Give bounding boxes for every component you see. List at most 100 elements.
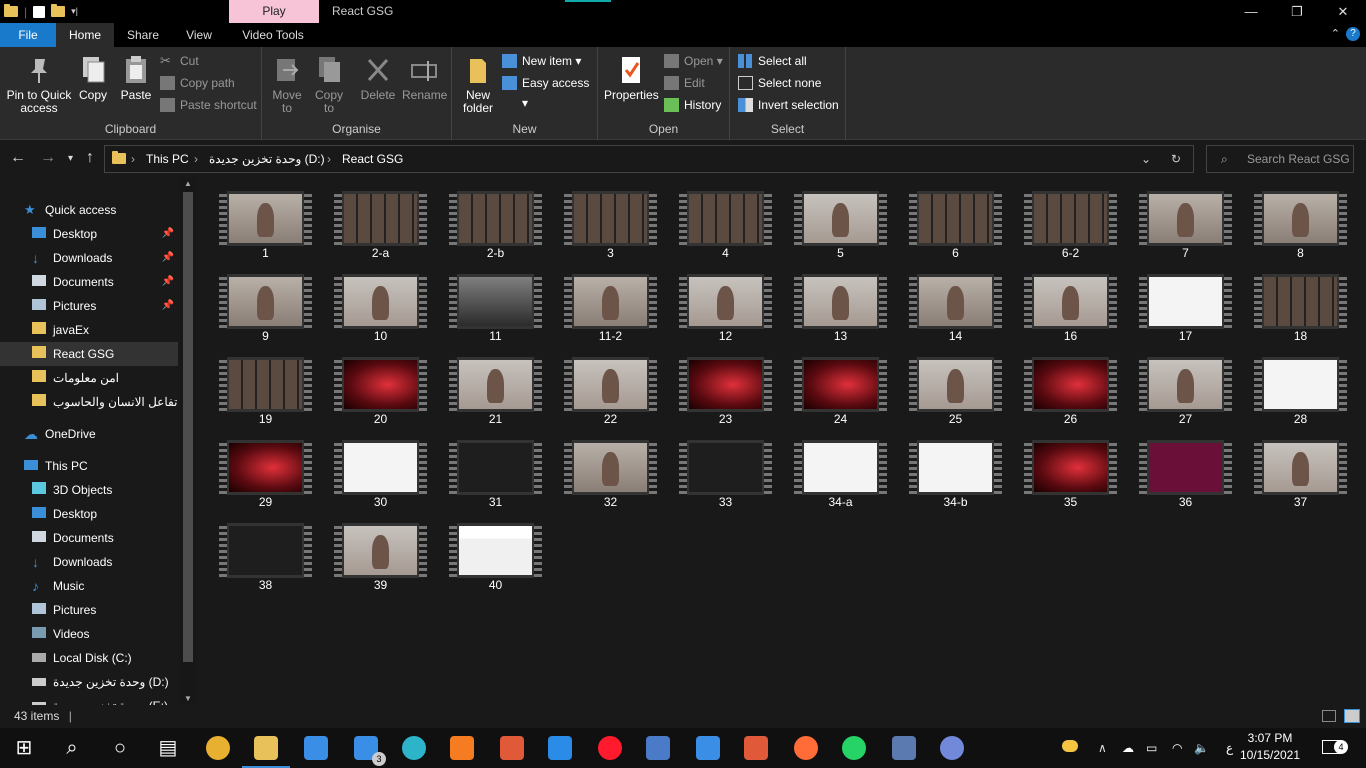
address-bar[interactable]: › This PC › وحدة تخزين جديدة (D:) › Reac… (104, 145, 1194, 173)
nav-item[interactable]: وحدة تخزين جديدة (D:) (0, 670, 178, 694)
open-button[interactable]: Open ▾ (664, 51, 723, 71)
nav-item[interactable]: ↓ Downloads (0, 550, 178, 574)
address-dropdown-icon[interactable]: ⌄ (1141, 146, 1151, 172)
minimize-button[interactable]: — (1228, 0, 1274, 23)
paste-button[interactable]: Paste (118, 55, 154, 102)
video-file-item[interactable]: 34-a (794, 428, 887, 509)
breadcrumb-react-gsg[interactable]: React GSG (342, 146, 403, 172)
nav-item[interactable]: تفاعل الانسان والحاسوب (0, 390, 178, 414)
video-file-item[interactable]: 7 (1139, 179, 1232, 260)
video-file-item[interactable]: 39 (334, 511, 427, 592)
invert-selection-button[interactable]: Invert selection (738, 95, 839, 115)
nav-scrollbar[interactable]: ▲ ▼ (180, 178, 196, 705)
pin-icon[interactable]: 📌 (162, 246, 174, 270)
nav-item[interactable]: Pictures (0, 598, 178, 622)
scroll-thumb[interactable] (183, 192, 193, 662)
mysql-icon[interactable] (892, 736, 916, 760)
rename-button[interactable]: Rename (402, 55, 447, 102)
play-context-tab[interactable]: Play (229, 0, 319, 23)
video-file-item[interactable]: 20 (334, 345, 427, 426)
video-file-item[interactable]: 12 (679, 262, 772, 343)
opera-icon[interactable] (598, 736, 622, 760)
new-folder-icon[interactable] (51, 4, 66, 17)
select-none-button[interactable]: Select none (738, 73, 821, 93)
chrome-icon[interactable] (206, 736, 230, 760)
properties-button[interactable]: Properties (604, 55, 659, 102)
forward-icon[interactable]: → (40, 149, 56, 167)
video-file-item[interactable]: 30 (334, 428, 427, 509)
discord-icon[interactable] (940, 736, 964, 760)
nav-item[interactable]: امن معلومات (0, 366, 178, 390)
copy-button[interactable]: Copy (78, 55, 108, 102)
nav-item[interactable]: Documents (0, 526, 178, 550)
video-file-item[interactable]: 38 (219, 511, 312, 592)
video-file-item[interactable]: 19 (219, 345, 312, 426)
video-file-item[interactable]: 3 (564, 179, 657, 260)
onedrive-icon[interactable]: ☁ (1122, 728, 1134, 768)
nav-item[interactable]: Videos (0, 622, 178, 646)
tab-view[interactable]: View (176, 23, 222, 47)
notifications-icon[interactable]: 4 (1322, 728, 1348, 768)
vscode-icon[interactable] (548, 736, 572, 760)
nav-item[interactable]: javaEx (0, 318, 178, 342)
help-icon[interactable]: ? (1346, 27, 1360, 41)
video-file-item[interactable]: 24 (794, 345, 887, 426)
tab-home[interactable]: Home (56, 23, 114, 47)
video-file-item[interactable]: 14 (909, 262, 1002, 343)
video-file-item[interactable]: 13 (794, 262, 887, 343)
video-file-item[interactable]: 18 (1254, 262, 1347, 343)
nav-item[interactable]: Documents 📌 (0, 270, 178, 294)
video-file-item[interactable]: 37 (1254, 428, 1347, 509)
search-box[interactable]: ⌕ Search React GSG (1206, 145, 1354, 173)
video-file-item[interactable]: 34-b (909, 428, 1002, 509)
nav-item[interactable]: ☁ OneDrive (0, 422, 178, 446)
video-file-item[interactable]: 2-b (449, 179, 542, 260)
video-file-item[interactable]: 29 (219, 428, 312, 509)
video-file-item[interactable]: 6-2 (1024, 179, 1117, 260)
cut-button[interactable]: ✂ Cut (160, 51, 199, 71)
video-file-item[interactable]: 6 (909, 179, 1002, 260)
breadcrumb-this-pc[interactable]: This PC (146, 146, 189, 172)
video-file-item[interactable]: 17 (1139, 262, 1232, 343)
mail-icon[interactable]: 3 (354, 736, 386, 766)
video-file-item[interactable]: 4 (679, 179, 772, 260)
nav-item[interactable]: Desktop 📌 (0, 222, 178, 246)
refresh-icon[interactable]: ↻ (1171, 146, 1181, 172)
video-file-item[interactable]: 33 (679, 428, 772, 509)
nav-item[interactable]: ♪ Music (0, 574, 178, 598)
nav-item[interactable]: Pictures 📌 (0, 294, 178, 318)
weather-icon[interactable] (1062, 728, 1078, 768)
store-icon[interactable] (304, 736, 328, 760)
postman-icon[interactable] (794, 736, 818, 760)
properties-icon[interactable] (33, 5, 46, 18)
video-file-item[interactable]: 10 (334, 262, 427, 343)
nav-item[interactable]: ★ Quick access (0, 198, 178, 222)
nav-item[interactable]: ↓ Downloads 📌 (0, 246, 178, 270)
cortana-icon[interactable]: ○ (108, 736, 132, 760)
video-file-item[interactable]: 26 (1024, 345, 1117, 426)
tab-share[interactable]: Share (118, 23, 168, 47)
video-file-item[interactable]: 23 (679, 345, 772, 426)
back-icon[interactable]: ← (10, 149, 26, 167)
video-file-item[interactable]: 25 (909, 345, 1002, 426)
video-file-item[interactable]: 2-a (334, 179, 427, 260)
git-gui-icon[interactable] (744, 736, 768, 760)
xampp-icon[interactable] (450, 736, 474, 760)
restore-button[interactable]: ❐ (1274, 0, 1320, 23)
git-icon[interactable] (500, 736, 524, 760)
video-file-item[interactable]: 8 (1254, 179, 1347, 260)
tab-file[interactable]: File (0, 23, 56, 47)
show-hidden-icons-icon[interactable]: ∧ (1098, 728, 1107, 768)
move-to-button[interactable]: Move to (270, 55, 304, 115)
history-button[interactable]: History (664, 95, 721, 115)
task-view-icon[interactable]: ▤ (156, 736, 180, 760)
easy-access-button[interactable]: Easy access ▾ (502, 73, 597, 110)
tab-video-tools[interactable]: Video Tools (232, 23, 314, 47)
copy-path-button[interactable]: Copy path (160, 73, 235, 93)
scroll-up-icon[interactable]: ▲ (184, 179, 192, 188)
copy-to-button[interactable]: Copy to (312, 55, 346, 115)
nav-item[interactable]: 3D Objects (0, 478, 178, 502)
video-file-item[interactable]: 11 (449, 262, 542, 343)
new-item-button[interactable]: New item ▾ (502, 51, 581, 71)
details-view-icon[interactable] (1322, 710, 1336, 722)
